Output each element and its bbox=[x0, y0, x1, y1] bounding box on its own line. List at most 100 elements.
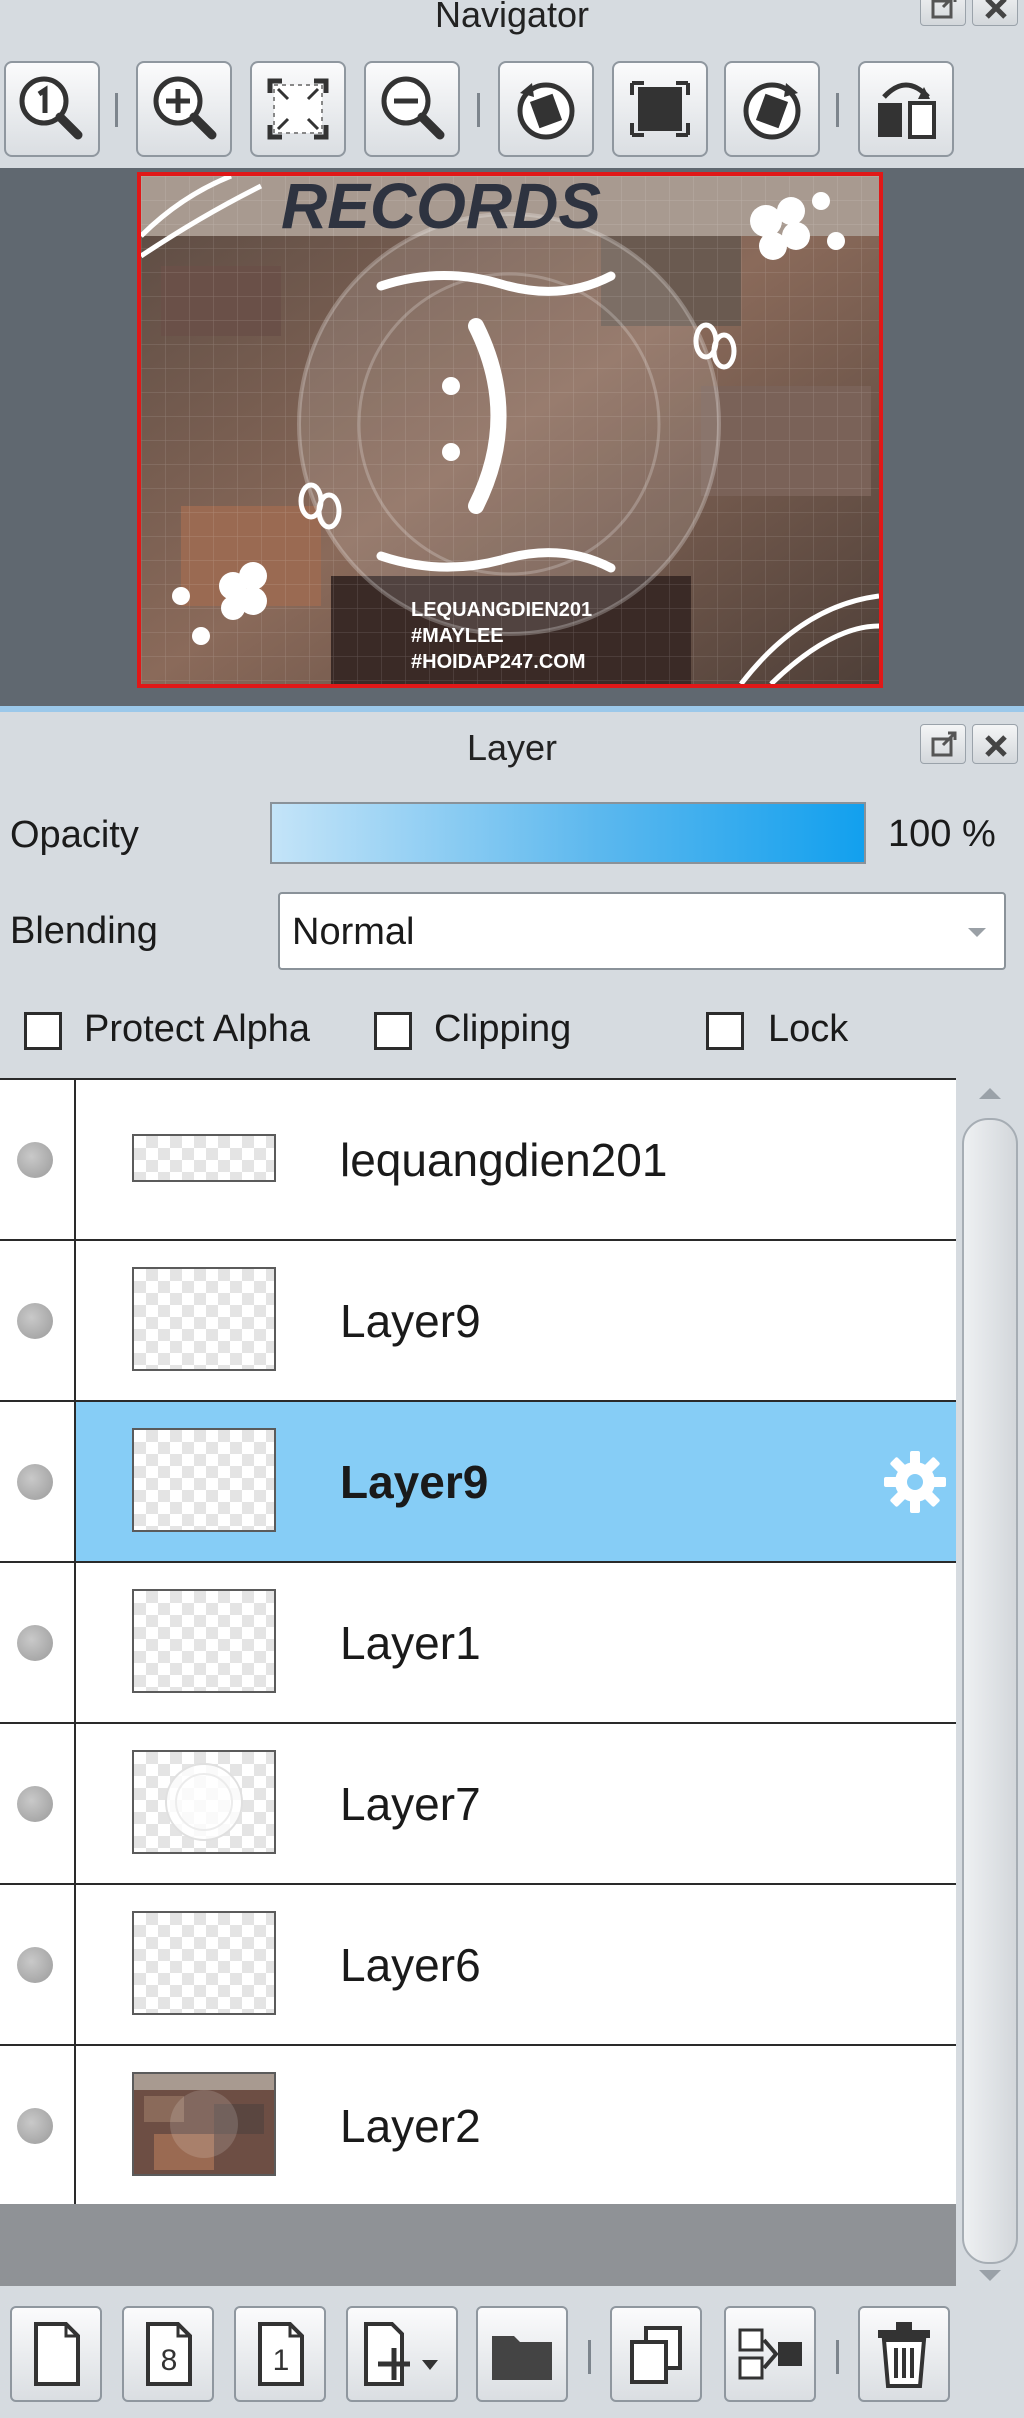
zoom-in-icon bbox=[153, 76, 217, 140]
lock-label: Lock bbox=[768, 1008, 849, 1050]
canvas-preview-image: RECORDS LEQUANGDIEN201 #MAYLEE #HOIDAP24… bbox=[141, 176, 879, 684]
visibility-dot-icon bbox=[17, 1785, 53, 1822]
clipping-checkbox[interactable] bbox=[374, 1012, 412, 1050]
visibility-toggle[interactable] bbox=[0, 1724, 76, 1883]
layer-thumbnail bbox=[132, 1911, 276, 2015]
zoom-in-button[interactable] bbox=[136, 61, 232, 157]
clipping-label: Clipping bbox=[434, 1008, 572, 1050]
navigator-title: Navigator bbox=[434, 0, 590, 35]
layer-thumbnail bbox=[132, 1134, 276, 1182]
navigator-detach-button[interactable] bbox=[920, 0, 966, 26]
layer-name: lequangdien201 bbox=[340, 1133, 668, 1186]
visibility-dot-icon bbox=[17, 1463, 53, 1500]
layer-row-selected[interactable]: Layer9 bbox=[0, 1402, 956, 1563]
navigator-viewport[interactable]: RECORDS LEQUANGDIEN201 #MAYLEE #HOIDAP24… bbox=[0, 168, 1024, 708]
layer-row-body[interactable]: Layer9 bbox=[76, 1402, 956, 1561]
toolbar-separator bbox=[836, 93, 839, 127]
visibility-toggle[interactable] bbox=[0, 1080, 76, 1239]
detach-icon bbox=[931, 731, 957, 757]
flip-horizontal-button[interactable] bbox=[858, 61, 954, 157]
duplicate-icon bbox=[630, 2326, 682, 2384]
layer-thumbnail bbox=[132, 1428, 276, 1532]
layer-thumbnail bbox=[132, 1589, 276, 1693]
layer-row-body[interactable]: Layer6 bbox=[76, 1885, 956, 2044]
panel-divider bbox=[0, 706, 1024, 712]
layer-row-body[interactable]: Layer7 bbox=[76, 1724, 956, 1883]
detach-icon bbox=[931, 0, 957, 19]
visibility-toggle[interactable] bbox=[0, 1402, 76, 1561]
visibility-dot-icon bbox=[17, 2108, 53, 2144]
blending-label: Blending bbox=[10, 910, 158, 952]
preview-caption-line-3: #HOIDAP247.COM bbox=[411, 651, 586, 673]
toolbar-separator bbox=[477, 93, 480, 127]
layer-row-body[interactable]: Layer9 bbox=[76, 1241, 956, 1400]
layer-row[interactable]: Layer1 bbox=[0, 1563, 956, 1724]
rotate-left-button[interactable] bbox=[498, 61, 594, 157]
preview-header-text: RECORDS bbox=[281, 176, 601, 242]
reset-view-icon bbox=[630, 81, 690, 137]
close-icon bbox=[985, 0, 1007, 19]
new-8bit-layer-icon: 8 bbox=[146, 2322, 192, 2386]
fit-window-icon bbox=[267, 78, 329, 140]
scrollbar-thumb[interactable] bbox=[962, 1118, 1018, 2264]
visibility-toggle[interactable] bbox=[0, 2046, 76, 2206]
photo-thumbnail-art bbox=[134, 2074, 274, 2170]
merge-down-icon bbox=[738, 2328, 802, 2380]
trash-icon bbox=[878, 2322, 930, 2388]
rotate-left-icon bbox=[517, 82, 575, 140]
new-folder-button[interactable] bbox=[476, 2306, 568, 2402]
visibility-toggle[interactable] bbox=[0, 1563, 76, 1722]
layer-name: Layer7 bbox=[340, 1777, 481, 1830]
layer-row-body[interactable]: lequangdien201 bbox=[76, 1080, 956, 1239]
zoom-actual-size-button[interactable] bbox=[4, 61, 100, 157]
layer-row[interactable]: Layer9 bbox=[0, 1241, 956, 1402]
layer-row-body[interactable]: Layer2 bbox=[76, 2046, 956, 2206]
layer-name: Layer2 bbox=[340, 2100, 481, 2152]
gear-icon[interactable] bbox=[880, 1447, 950, 1517]
layer-thumbnail bbox=[132, 1267, 276, 1371]
layer-row[interactable]: Layer6 bbox=[0, 1885, 956, 2046]
fit-to-window-button[interactable] bbox=[250, 61, 346, 157]
chevron-down-icon bbox=[968, 928, 986, 937]
lock-checkbox[interactable] bbox=[706, 1012, 744, 1050]
add-layer-dropdown-icon bbox=[364, 2322, 438, 2386]
layer-row-body[interactable]: Layer1 bbox=[76, 1563, 956, 1722]
visibility-toggle[interactable] bbox=[0, 1885, 76, 2044]
scroll-up-icon[interactable] bbox=[979, 1088, 1001, 1099]
rotate-right-button[interactable] bbox=[724, 61, 820, 157]
merge-down-button[interactable] bbox=[724, 2306, 816, 2402]
new-1bit-layer-icon: 1 bbox=[258, 2322, 304, 2386]
layer-row[interactable]: Layer2 bbox=[0, 2046, 956, 2206]
visibility-toggle[interactable] bbox=[0, 1241, 76, 1400]
blending-select[interactable]: Normal bbox=[278, 892, 1006, 970]
layer-name: Layer9 bbox=[340, 1294, 481, 1347]
duplicate-layer-button[interactable] bbox=[610, 2306, 702, 2402]
opacity-slider[interactable] bbox=[270, 802, 866, 864]
navigator-preview[interactable]: RECORDS LEQUANGDIEN201 #MAYLEE #HOIDAP24… bbox=[137, 172, 883, 688]
toolbar-separator bbox=[115, 93, 118, 127]
protect-alpha-checkbox[interactable] bbox=[24, 1012, 62, 1050]
new-8bit-layer-button[interactable]: 8 bbox=[122, 2306, 214, 2402]
delete-layer-button[interactable] bbox=[858, 2306, 950, 2402]
layer-row[interactable]: lequangdien201 bbox=[0, 1080, 956, 1241]
opacity-value: 100 % bbox=[888, 813, 996, 855]
rotate-right-icon bbox=[743, 82, 801, 140]
layer-panel-close-button[interactable] bbox=[972, 724, 1018, 764]
navigator-close-button[interactable] bbox=[972, 0, 1018, 26]
layer-list: lequangdien201 Layer9 Layer9 Layer1 Laye… bbox=[0, 1078, 956, 2206]
layer-panel-detach-button[interactable] bbox=[920, 724, 966, 764]
new-layer-icon bbox=[34, 2322, 80, 2386]
reset-rotation-button[interactable] bbox=[612, 61, 708, 157]
new-1bit-layer-button[interactable]: 1 bbox=[234, 2306, 326, 2402]
visibility-dot-icon bbox=[17, 1141, 53, 1178]
new-layer-button[interactable] bbox=[10, 2306, 102, 2402]
add-layer-menu-button[interactable] bbox=[346, 2306, 458, 2402]
zoom-out-button[interactable] bbox=[364, 61, 460, 157]
scroll-down-icon[interactable] bbox=[979, 2270, 1001, 2281]
preview-caption-line-2: #MAYLEE bbox=[411, 625, 504, 647]
layer-name: Layer9 bbox=[340, 1455, 489, 1508]
layer-thumbnail bbox=[132, 2072, 276, 2176]
navigator-toolbar bbox=[0, 55, 1024, 170]
toolbar-separator bbox=[836, 2340, 839, 2374]
layer-row[interactable]: Layer7 bbox=[0, 1724, 956, 1885]
